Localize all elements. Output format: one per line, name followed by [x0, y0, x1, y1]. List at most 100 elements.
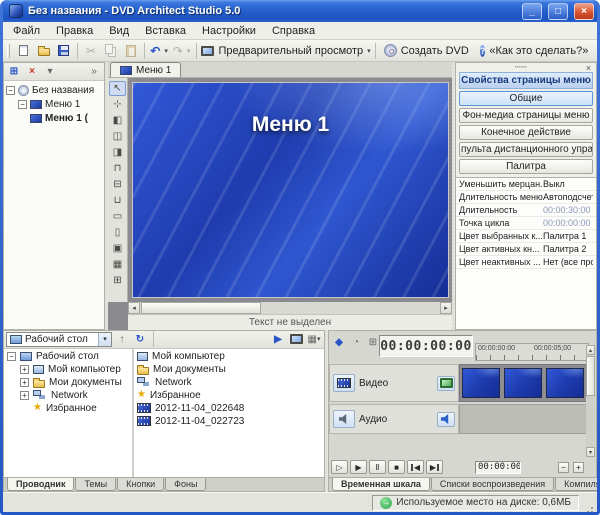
tree-item-menu1[interactable]: − Меню 1: [4, 97, 104, 111]
properties-tab-remote-buttons[interactable]: Кнопки пульта дистанционного управления: [459, 142, 593, 157]
tab-buttons[interactable]: Кнопки: [117, 478, 164, 491]
play-all-button[interactable]: ▷: [331, 460, 348, 474]
tree-item-network[interactable]: + Network: [4, 389, 132, 402]
collapse-icon[interactable]: −: [7, 352, 16, 361]
scrollbar-thumb[interactable]: [586, 356, 595, 396]
audio-mute-button[interactable]: [437, 412, 455, 427]
list-item-my-documents[interactable]: Мои документы: [134, 363, 324, 376]
tab-explorer[interactable]: Проводник: [7, 478, 74, 491]
views-button[interactable]: ▦▾: [306, 332, 322, 347]
menu-edit[interactable]: Правка: [48, 24, 101, 38]
list-item-favorites[interactable]: ★Избранное: [134, 389, 324, 402]
go-to-start-button[interactable]: ◀: [407, 460, 424, 474]
tree-item-favorites[interactable]: ★ Избранное: [4, 402, 132, 415]
align-middle-button[interactable]: ⊟: [109, 177, 126, 192]
menu-view[interactable]: Вид: [101, 24, 137, 38]
timeline-vertical-scrollbar[interactable]: ▴ ▾: [586, 345, 595, 457]
timecode-display[interactable]: 00:00:00:00: [379, 335, 473, 357]
folder-up-button[interactable]: ↑: [114, 332, 130, 347]
video-track-button[interactable]: [333, 374, 355, 392]
align-right-button[interactable]: ◨: [109, 145, 126, 160]
save-project-button[interactable]: [54, 41, 74, 61]
align-left-button[interactable]: ◧: [109, 113, 126, 128]
zoom-in-button[interactable]: +: [573, 462, 584, 473]
snap-grid-button[interactable]: ▦: [109, 257, 126, 272]
canvas-horizontal-scrollbar[interactable]: ◂ ▸: [128, 302, 452, 314]
video-thumbnail[interactable]: [462, 368, 500, 398]
undo-button[interactable]: ↶▾: [148, 41, 170, 61]
properties-tab-palette[interactable]: Палитра: [459, 159, 593, 174]
make-dvd-button[interactable]: Создать DVD: [379, 41, 473, 61]
video-track[interactable]: [459, 364, 589, 402]
marker-button[interactable]: ◆: [331, 335, 347, 350]
scroll-down-icon[interactable]: ▾: [586, 447, 595, 457]
new-project-button[interactable]: [14, 41, 34, 61]
tree-item-my-documents[interactable]: + Мои документы: [4, 376, 132, 389]
tab-backgrounds[interactable]: Фоны: [165, 478, 206, 491]
toolbar-grip[interactable]: [7, 44, 10, 58]
properties-tab-background-media[interactable]: Фон-медиа страницы меню: [459, 108, 593, 123]
properties-tab-general[interactable]: Общие: [459, 91, 593, 106]
pause-button[interactable]: Ⅱ: [369, 460, 386, 474]
tab-themes[interactable]: Темы: [75, 478, 116, 491]
cut-button[interactable]: ✂: [81, 41, 101, 61]
audio-track-header[interactable]: Аудио: [329, 404, 459, 434]
scroll-up-icon[interactable]: ▴: [586, 345, 595, 355]
list-item-network[interactable]: Network: [134, 376, 324, 389]
tree-item-project-root[interactable]: − Без названия: [4, 83, 104, 97]
title-bar[interactable]: Без названия - DVD Architect Studio 5.0 …: [3, 0, 597, 22]
play-button[interactable]: ▶: [350, 460, 367, 474]
menu-insert[interactable]: Вставка: [137, 24, 194, 38]
loop-region-button[interactable]: ◔: [348, 335, 364, 350]
menu-help[interactable]: Справка: [264, 24, 323, 38]
sizing-tool-button[interactable]: ⊹: [109, 97, 126, 112]
delete-item-button[interactable]: ×: [24, 64, 40, 79]
list-item-my-computer[interactable]: Мой компьютер: [134, 350, 324, 363]
video-thumbnail[interactable]: [504, 368, 542, 398]
paste-button[interactable]: [121, 41, 141, 61]
expand-icon[interactable]: +: [20, 391, 29, 400]
same-height-button[interactable]: ▯: [109, 225, 126, 240]
expand-icon[interactable]: +: [20, 365, 29, 374]
copy-button[interactable]: [101, 41, 121, 61]
scrollbar-thumb[interactable]: [141, 302, 261, 314]
selection-tool-button[interactable]: ↖: [109, 81, 126, 96]
toolbar-overflow-button[interactable]: »: [86, 64, 102, 79]
open-project-button[interactable]: [34, 41, 54, 61]
combobox-arrow-icon[interactable]: ▾: [98, 333, 111, 346]
audio-track-button[interactable]: [333, 410, 355, 428]
menu-canvas[interactable]: Меню 1: [132, 82, 449, 298]
preview-button[interactable]: Предварительный просмотр▾: [200, 41, 373, 61]
list-item-image-file[interactable]: 2012-11-04_022723: [134, 415, 324, 428]
insert-options-button[interactable]: ▾: [42, 64, 58, 79]
transport-timecode[interactable]: 00:00:00:00: [475, 461, 521, 474]
align-top-button[interactable]: ⊓: [109, 161, 126, 176]
timeline-ruler[interactable]: 00:00:00:00 00:00:05;00: [475, 343, 589, 361]
tab-compilation[interactable]: Компиляция: [555, 478, 597, 491]
scroll-right-icon[interactable]: ▸: [440, 302, 452, 314]
refresh-button[interactable]: ↻: [132, 332, 148, 347]
audio-track[interactable]: [459, 404, 589, 434]
tree-item-menu1-page[interactable]: Меню 1 (: [4, 111, 104, 125]
collapse-icon[interactable]: −: [18, 100, 27, 109]
tree-item-desktop[interactable]: − Рабочий стол: [4, 350, 132, 363]
tab-menu1[interactable]: Меню 1: [110, 62, 181, 77]
redo-button[interactable]: ↷▾: [170, 41, 192, 61]
video-thumbnail[interactable]: [546, 368, 584, 398]
add-to-project-button[interactable]: [288, 332, 304, 347]
insert-menu-button[interactable]: ⊞: [6, 64, 22, 79]
video-track-header[interactable]: Видео: [329, 364, 459, 402]
properties-tab-end-action[interactable]: Конечное действие: [459, 125, 593, 140]
align-bottom-button[interactable]: ⊔: [109, 193, 126, 208]
tree-item-my-computer[interactable]: + Мой компьютер: [4, 363, 132, 376]
collapse-icon[interactable]: −: [6, 86, 15, 95]
panel-grip[interactable]: ······ ×: [456, 63, 596, 72]
maximize-button[interactable]: □: [548, 3, 568, 20]
close-button[interactable]: ×: [574, 3, 594, 20]
location-combobox[interactable]: Рабочий стол ▾: [6, 332, 112, 347]
play-media-button[interactable]: ▶: [270, 332, 286, 347]
zoom-out-button[interactable]: −: [558, 462, 569, 473]
panel-close-button[interactable]: ×: [583, 63, 594, 72]
tab-playlists[interactable]: Списки воспроизведения: [431, 478, 554, 491]
tab-timeline[interactable]: Временная шкала: [332, 478, 430, 491]
